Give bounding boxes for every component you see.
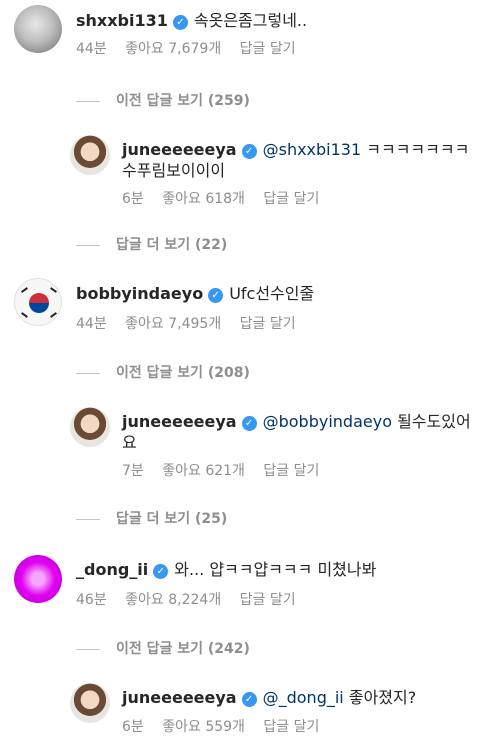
reply-body-line1: 좋아졌지?	[348, 688, 417, 707]
divider-line	[76, 648, 100, 650]
verified-badge-icon: ✓	[208, 288, 224, 303]
comment-text-line: shxxbi131 ✓ 속옷은좀그렇네..	[76, 10, 307, 32]
like-count[interactable]: 좋아요 7,679개	[125, 41, 221, 57]
like-count[interactable]: 좋아요 559개	[162, 719, 245, 735]
username[interactable]: shxxbi131	[76, 11, 168, 30]
like-count[interactable]: 좋아요 618개	[162, 191, 245, 207]
username[interactable]: juneeeeeeya	[122, 140, 237, 159]
view-previous-replies-label: 이전 답글 보기 (208)	[116, 365, 250, 381]
reply-body-line2: 요	[122, 433, 137, 452]
reply-button[interactable]: 답글 달기	[240, 592, 296, 608]
timestamp: 6분	[122, 719, 144, 735]
taegeuk-symbol	[29, 293, 49, 313]
reply-button[interactable]: 답글 달기	[240, 41, 296, 57]
mention-link[interactable]: @bobbyindaeyo	[263, 412, 392, 431]
view-more-replies-label: 답글 더 보기 (25)	[116, 511, 228, 527]
timestamp: 44분	[76, 316, 107, 332]
reply-button[interactable]: 답글 달기	[240, 316, 296, 332]
reply-body-line1: 될수도있어	[397, 412, 471, 431]
mention-link[interactable]: @_dong_ii	[263, 688, 344, 707]
trigram-mark	[50, 312, 57, 318]
avatar[interactable]	[14, 278, 62, 326]
username[interactable]: bobbyindaeyo	[76, 284, 203, 303]
reply-meta: 7분 좋아요 621개 답글 달기	[122, 462, 333, 480]
verified-badge-icon: ✓	[241, 416, 257, 431]
trigram-mark	[21, 312, 28, 318]
username[interactable]: _dong_ii	[76, 560, 148, 579]
comment-meta: 46분 좋아요 8,224개 답글 달기	[76, 591, 310, 609]
comment-body: 와... 얍ㅋㅋ얍ㅋㅋㅋ 미쳤나봐	[174, 560, 377, 579]
view-previous-replies-label: 이전 답글 보기 (259)	[116, 93, 250, 109]
divider-line	[76, 518, 100, 520]
timestamp: 46분	[76, 592, 107, 608]
view-more-replies-button[interactable]: 답글 더 보기 (25)	[76, 510, 227, 528]
reply-text-line: juneeeeeeya ✓ @shxxbi131 ㅋㅋㅋㅋㅋㅋㅋ	[122, 139, 469, 161]
divider-line	[76, 100, 100, 102]
reply-body-line2: 수푸림보이이이	[122, 161, 226, 180]
trigram-mark	[50, 287, 57, 293]
verified-badge-icon: ✓	[241, 692, 257, 707]
avatar[interactable]	[70, 407, 110, 447]
avatar[interactable]	[14, 5, 62, 53]
reply-meta: 6분 좋아요 559개 답글 달기	[122, 718, 333, 736]
verified-badge-icon: ✓	[172, 15, 188, 30]
reply-button[interactable]: 답글 달기	[263, 191, 319, 207]
comment-meta: 44분 좋아요 7,495개 답글 달기	[76, 315, 310, 333]
view-more-replies-button[interactable]: 답글 더 보기 (22)	[76, 236, 227, 254]
view-previous-replies-button[interactable]: 이전 답글 보기 (259)	[76, 92, 250, 110]
reply-button[interactable]: 답글 달기	[263, 719, 319, 735]
verified-badge-icon: ✓	[153, 564, 169, 579]
like-count[interactable]: 좋아요 621개	[162, 463, 245, 479]
avatar[interactable]	[14, 555, 62, 603]
verified-badge-icon: ✓	[241, 144, 257, 159]
timestamp: 7분	[122, 463, 144, 479]
like-count[interactable]: 좋아요 8,224개	[125, 592, 221, 608]
comment-body: 속옷은좀그렇네..	[193, 11, 308, 30]
mention-link[interactable]: @shxxbi131	[263, 140, 362, 159]
timestamp: 44분	[76, 41, 107, 57]
divider-line	[76, 244, 100, 246]
view-previous-replies-label: 이전 답글 보기 (242)	[116, 641, 250, 657]
username[interactable]: juneeeeeeya	[122, 688, 237, 707]
reply-text-line: juneeeeeeya ✓ @bobbyindaeyo 될수도있어	[122, 411, 471, 433]
comment-body: Ufc선수인줄	[229, 284, 315, 303]
reply-text-line: juneeeeeeya ✓ @_dong_ii 좋아졌지?	[122, 687, 416, 709]
like-count[interactable]: 좋아요 7,495개	[125, 316, 221, 332]
avatar[interactable]	[70, 683, 110, 723]
avatar[interactable]	[70, 135, 110, 175]
username[interactable]: juneeeeeeya	[122, 412, 237, 431]
view-previous-replies-button[interactable]: 이전 답글 보기 (208)	[76, 364, 250, 382]
comment-text-line: bobbyindaeyo ✓ Ufc선수인줄	[76, 283, 314, 305]
reply-meta: 6분 좋아요 618개 답글 달기	[122, 190, 333, 208]
trigram-mark	[21, 287, 28, 293]
comment-meta: 44분 좋아요 7,679개 답글 달기	[76, 40, 310, 58]
timestamp: 6분	[122, 191, 144, 207]
comment-text-line: _dong_ii ✓ 와... 얍ㅋㅋ얍ㅋㅋㅋ 미쳤나봐	[76, 559, 376, 581]
divider-line	[76, 372, 100, 374]
reply-body-line1: ㅋㅋㅋㅋㅋㅋㅋ	[366, 140, 470, 159]
view-more-replies-label: 답글 더 보기 (22)	[116, 237, 228, 253]
view-previous-replies-button[interactable]: 이전 답글 보기 (242)	[76, 640, 250, 658]
reply-button[interactable]: 답글 달기	[263, 463, 319, 479]
